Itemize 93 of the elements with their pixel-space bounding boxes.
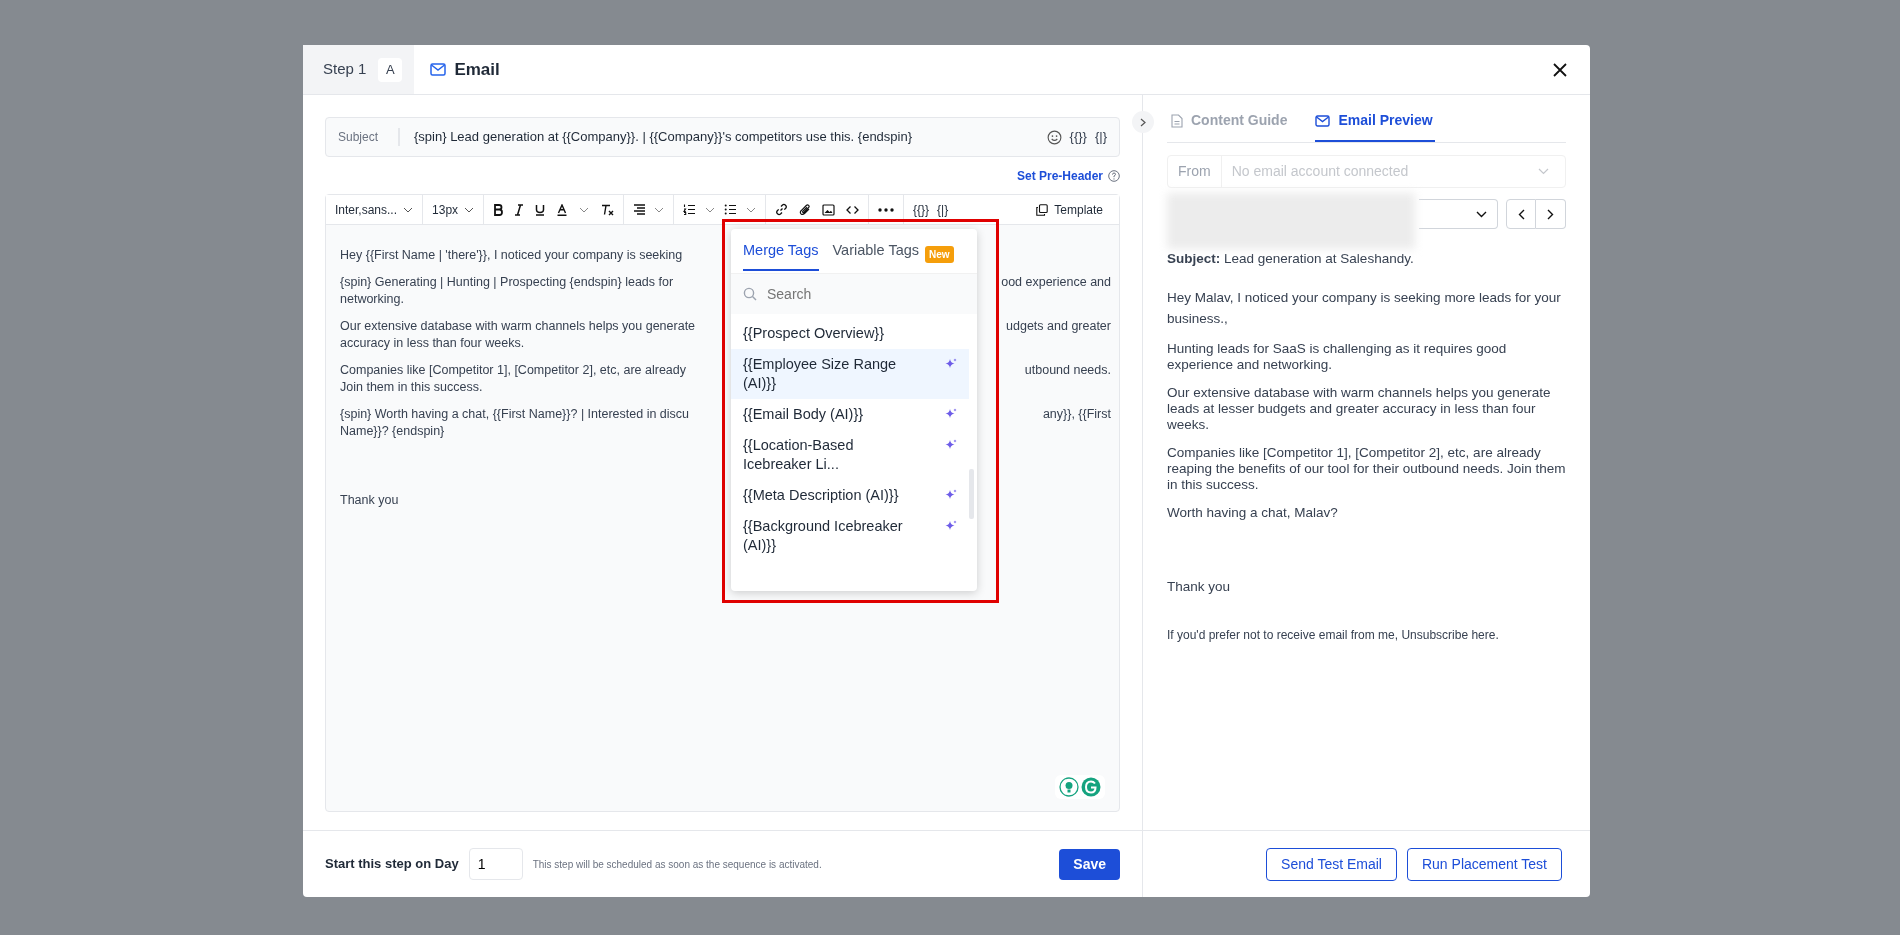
align-icon[interactable] [633,204,647,215]
caret-icon[interactable] [746,206,757,213]
tab[interactable]: Variable Tags [832,239,920,271]
bold-icon[interactable] [493,203,504,216]
text-color-icon[interactable] [557,203,568,216]
chevron-right-icon [1140,117,1146,127]
merge-tag-item[interactable]: {{Meta Description (AI)}} [731,480,969,511]
more-icon[interactable] [878,207,895,212]
emoji-icon[interactable] [1046,129,1062,145]
body-text: Our extensive database with warm channels helps you generate [340,318,696,335]
preview-paragraph: Worth having a chat, Malav? [1167,505,1339,521]
body-text: accuracy in less than four weeks. [340,335,525,352]
body-text: Thank you [340,492,399,509]
body-text: Companies like [Competitor 1], [Competitor 2], etc, are already [340,362,686,379]
caret-icon [464,206,475,213]
merge-tag-item[interactable]: {{Location-Based Icebreaker Li... [731,430,969,480]
preview-paragraph: Hey Malav, I noticed your company is seeking more leads for your business., [1167,289,1562,328]
help-icon[interactable] [1108,169,1120,182]
chevron-left-icon [1517,208,1525,220]
collapse-button[interactable] [1132,111,1154,133]
preview-paragraph: Hunting leads for SaaS is challenging as it requires good experience and networking. [1167,341,1508,373]
body-text: udgets and greater [1006,318,1111,335]
unsubscribe-note: If you'd prefer not to receive email from me, Unsubscribe here. [1167,627,1500,643]
body-text: networking. [340,291,404,308]
search-icon [743,287,757,301]
chevron-right-icon [1547,208,1554,220]
dialog-title: Email [454,58,500,81]
mail-icon [1315,114,1331,127]
tag-insert-button[interactable]: {|} [937,200,949,219]
caret-icon [1476,210,1487,218]
merge-tag-item[interactable]: {{Background Icebreaker (AI)}} [731,511,969,561]
scrollbar[interactable] [969,469,974,519]
bulb-icon[interactable] [1059,777,1079,797]
new-badge: New [925,246,954,263]
preview-paragraph: Companies like [Competitor 1], [Competitor 2], etc, are already reaping the benefits of our tool for their outbound needs. Join them in this success. [1167,445,1566,493]
body-text: Join them in this success. [340,379,483,396]
preview-paragraph: Our extensive database with warm channels helps you generate leads at lesser budgets and greater accuracy in less than four weeks. [1167,385,1552,433]
search-field[interactable]: Search [731,274,977,314]
bullet-list-icon[interactable] [724,204,738,215]
copy-icon [1036,203,1049,216]
tab[interactable]: Email Preview [1315,110,1435,142]
body-text: Name}}? {endspin} [340,423,445,440]
underline-icon[interactable] [535,203,546,216]
subject-label: Subject [338,128,400,146]
next-button[interactable] [1536,199,1566,229]
body-text: {spin} Generating | Hunting | Prospecting {endspin} leads for [340,274,674,291]
font-dropdown[interactable]: Inter,sans... [335,200,414,219]
start-day-label: Start this step on Day [325,855,459,874]
merge-tag-item[interactable]: {{Employee Size Range (AI)}} [731,349,969,399]
image-icon[interactable] [822,203,836,216]
body-text: {spin} Worth having a chat, {{First Name}}? | Interested in discu [340,406,690,423]
clear-format-icon[interactable] [601,203,615,216]
schedule-hint: This step will be scheduled as soon as the sequence is activated. [532,857,823,872]
close-icon [1552,62,1568,79]
assistant-logo-icon[interactable] [1081,777,1101,797]
merge-tag-item[interactable]: {{Email Body (AI)}} [731,399,969,430]
tag-insert-button[interactable]: {|} [1094,127,1107,147]
email-editor[interactable] [325,194,1120,812]
set-pre-header-link[interactable]: Set Pre-Header [1016,166,1103,185]
body-text: any}}, {{First [1042,406,1111,423]
subject-text: {spin} Lead generation at {{Company}}. | {{Company}}'s competitors use this. {endspin} [414,128,914,147]
document-icon [1171,113,1183,128]
tab[interactable]: Merge Tags [743,239,819,271]
caret-icon[interactable] [579,206,590,213]
link-icon[interactable] [775,203,789,216]
caret-icon [1538,168,1549,175]
search-input[interactable]: Search [765,282,945,306]
caret-icon[interactable] [654,206,665,213]
body-text: Hey {{First Name | 'there'}}, I noticed your company is seeking [340,247,683,264]
mail-icon [430,63,447,76]
code-icon[interactable] [846,204,860,215]
variant-badge: A [378,57,403,82]
action-button[interactable]: Send Test Email [1266,847,1397,881]
body-text: utbound needs. [1024,362,1111,379]
subject-field[interactable]: Subject {spin} Lead generation at {{Company}}. | {{Company}}'s competitors use this. {endspin} {{}} {|} [325,117,1120,157]
body-text: ood experience and [1001,274,1111,291]
caret-icon [403,206,414,213]
template-button[interactable]: Template [1036,200,1103,219]
day-field[interactable]: 1 [468,848,523,880]
merge-tag-item[interactable]: {{Prospect Overview}} [731,318,969,349]
preview-paragraph: Thank you [1167,579,1232,595]
caret-icon[interactable] [705,206,716,213]
tag-insert-button[interactable]: {{}} [1069,127,1087,147]
attachment-icon[interactable] [799,203,812,216]
tag-insert-button[interactable]: {{}} [913,200,930,219]
subject-line: Subject: Lead generation at Saleshandy. [1167,251,1415,267]
italic-icon[interactable] [515,203,524,216]
save-button[interactable]: Save [1059,848,1120,880]
size-dropdown[interactable]: 13px [432,200,475,219]
action-button[interactable]: Run Placement Test [1406,847,1562,881]
step-label: Step 1 [323,59,367,80]
numbered-list-icon[interactable] [683,204,697,215]
previous-button[interactable] [1506,199,1536,229]
